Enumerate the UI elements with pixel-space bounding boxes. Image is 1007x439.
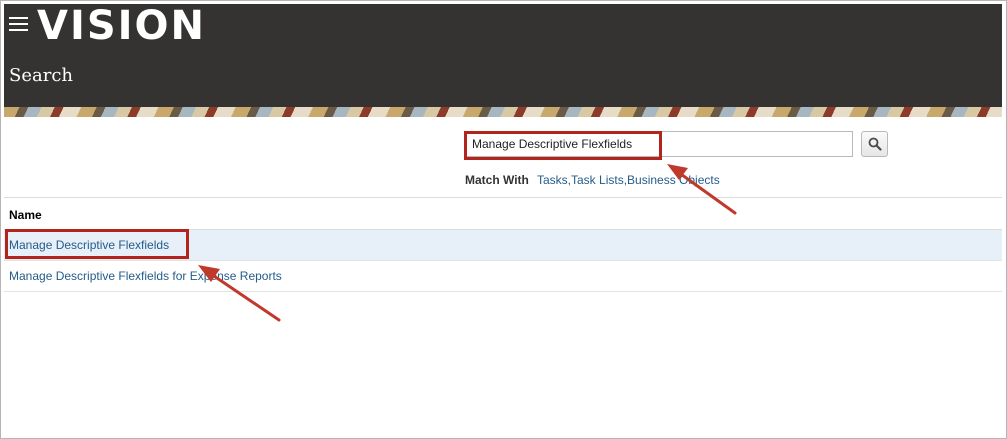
vision-logo[interactable]: VISION (37, 4, 206, 48)
search-input[interactable] (465, 131, 853, 157)
table-row[interactable]: Manage Descriptive Flexfields for Expens… (4, 261, 1002, 292)
search-button[interactable] (861, 131, 888, 157)
match-with-link[interactable]: Tasks,Task Lists,Business Objects (537, 173, 720, 187)
search-panel: Match With Tasks,Task Lists,Business Obj… (4, 117, 1002, 198)
search-icon (868, 137, 882, 151)
match-with-label: Match With (465, 173, 529, 187)
decorative-banner (4, 107, 1002, 117)
menu-bar-line (9, 23, 28, 25)
menu-bar-line (9, 17, 28, 19)
result-link[interactable]: Manage Descriptive Flexfields (9, 238, 169, 252)
global-header: VISION Search (4, 4, 1002, 107)
results-table: Name Manage Descriptive Flexfields Manag… (4, 198, 1002, 292)
page-title: Search (9, 65, 73, 86)
hamburger-menu-icon[interactable] (9, 17, 28, 31)
menu-bar-line (9, 29, 28, 31)
result-link[interactable]: Manage Descriptive Flexfields for Expens… (9, 269, 282, 283)
column-header-label: Name (9, 208, 42, 222)
app-window: VISION Search Match With Tasks,Task List… (4, 4, 1002, 434)
table-row[interactable]: Manage Descriptive Flexfields (4, 230, 1002, 261)
column-header-name[interactable]: Name (4, 198, 1002, 230)
